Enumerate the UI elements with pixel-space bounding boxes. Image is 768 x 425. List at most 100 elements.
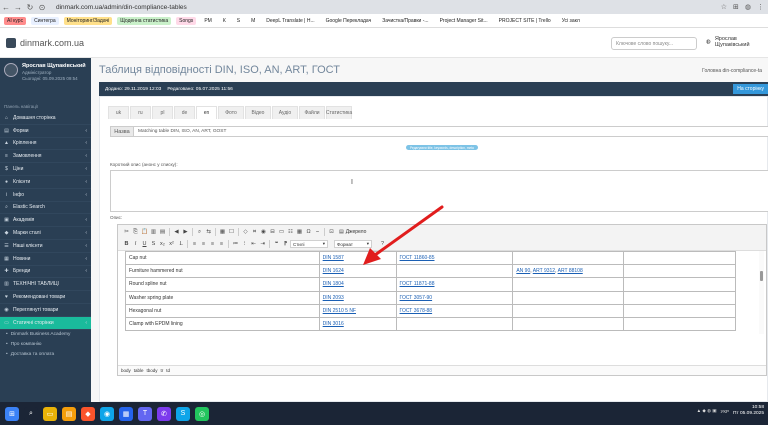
table-cell[interactable]	[512, 303, 625, 318]
teams-icon[interactable]: T	[138, 406, 152, 421]
sidebar-subitem[interactable]: • Доставка та оплата	[0, 350, 91, 360]
table-cell[interactable]: Clamp with EPDM lining	[125, 316, 320, 332]
breadcrumb[interactable]: Головна din-compliance-ta	[702, 68, 762, 74]
tray-icons[interactable]: ▲ ◆ ◍ ▣	[697, 408, 717, 414]
toolbar-button[interactable]: ⊟	[268, 228, 277, 237]
path-element[interactable]: tr	[161, 368, 164, 373]
profile-icon[interactable]: ◍	[745, 3, 751, 11]
sidebar-item[interactable]: $ Ціни ‹	[0, 163, 91, 176]
sidebar-item[interactable]: ☰ Наші клієнти ‹	[0, 240, 91, 253]
toolbar-button[interactable]: 📋	[140, 228, 149, 237]
toolbar-button[interactable]: ☷	[286, 228, 295, 237]
standard-link[interactable]: DIN 2093	[323, 295, 344, 301]
view-page-button[interactable]: На сторінку	[733, 84, 768, 94]
toolbar-button[interactable]: ⊡	[327, 228, 336, 237]
bookmark-item[interactable]: Project Manager Sit...	[437, 17, 491, 25]
sidebar-item[interactable]: ⌂ Домашня сторінка	[0, 112, 91, 125]
toolbar-button[interactable]: ▶	[181, 228, 190, 237]
table-cell[interactable]: Round spline nut	[125, 277, 320, 292]
toolbar-button[interactable]: ◇	[241, 228, 250, 237]
reload-icon[interactable]: ↻	[24, 3, 36, 12]
toolbar-button[interactable]: U	[140, 240, 149, 249]
brave-icon[interactable]: ◆	[81, 406, 95, 421]
toolbar-button[interactable]: ⌕	[195, 228, 204, 237]
table-cell[interactable]: DIN 2510 5 NF	[318, 303, 397, 318]
toolbar-button[interactable]: ▦	[218, 228, 227, 237]
sidebar-item[interactable]: ♥ Рекомендовані товари	[0, 291, 91, 304]
short-description-field[interactable]: I	[110, 170, 768, 212]
table-cell[interactable]: ГОСТ 11860-85	[395, 251, 514, 266]
sidebar-item[interactable]: ✚ Бренди ‹	[0, 266, 91, 279]
sidebar-subitem[interactable]: • Dinmark Business Academy	[0, 330, 91, 340]
sidebar-item[interactable]: ● Клієнти ‹	[0, 176, 91, 189]
editor-scrollbar[interactable]	[759, 251, 764, 334]
table-cell[interactable]	[512, 277, 625, 292]
path-element[interactable]: tbody	[147, 368, 158, 373]
table-cell[interactable]	[623, 277, 736, 292]
table-cell[interactable]	[623, 316, 736, 332]
search-input[interactable]: Ключове слово пошуку...	[611, 37, 697, 50]
sidebar-item[interactable]: ◉ Переглянуті товари	[0, 304, 91, 317]
edge-icon[interactable]: ◉	[100, 406, 114, 421]
table-cell[interactable]: Furniture hammered nut	[125, 264, 320, 279]
tab-pl[interactable]: pl	[152, 106, 173, 119]
bookmark-item[interactable]: Зачистка/Правки -...	[379, 17, 431, 25]
standard-link[interactable]: ГОСТ 11871-88	[400, 281, 435, 287]
toolbar-button[interactable]: ◉	[259, 228, 268, 237]
bookmark-item[interactable]: М	[248, 17, 258, 25]
skype-icon[interactable]: S	[176, 406, 190, 421]
standard-link[interactable]: ГОСТ 11860-85	[400, 255, 435, 261]
style-select[interactable]: Стилі ▾	[290, 240, 328, 248]
explorer-icon[interactable]: ▤	[62, 406, 76, 421]
url-field[interactable]: dinmark.com.ua/admin/din-compliance-tabl…	[56, 4, 187, 11]
table-cell[interactable]: ГОСТ 11871-88	[395, 277, 514, 292]
forward-icon[interactable]: →	[12, 3, 24, 12]
table-cell[interactable]: DIN 1587	[318, 251, 397, 266]
site-info-icon[interactable]: ⊙	[36, 3, 48, 12]
table-cell[interactable]	[512, 316, 625, 332]
table-cell[interactable]	[512, 290, 625, 305]
standard-link[interactable]: ГОСТ 3057-90	[400, 295, 433, 301]
tab-ru[interactable]: ru	[130, 106, 151, 119]
toolbar-button[interactable]: ⁝	[240, 240, 249, 249]
sidebar-item[interactable]: ▦ Новини ‹	[0, 253, 91, 266]
table-cell[interactable]: DIN 2093	[318, 290, 397, 305]
scroll-thumb[interactable]	[760, 271, 763, 281]
table-cell[interactable]	[623, 251, 736, 266]
toolbar-button[interactable]: ✂	[122, 228, 131, 237]
bookmark-item[interactable]: PROJECT SITE | Trello	[496, 17, 554, 25]
bookmark-item[interactable]: DeepL Translate | Н...	[263, 17, 317, 25]
toolbar-button[interactable]: x²	[167, 240, 176, 249]
toolbar-button[interactable]: ⁋	[281, 240, 290, 249]
toolbar-button[interactable]: I̶	[176, 240, 185, 249]
toolbar-button[interactable]: I	[131, 240, 140, 249]
sidebar-item[interactable]: ▥ ТЕХНІЧНІ ТАБЛИЦІ	[0, 278, 91, 292]
toolbar-button[interactable]: ◀	[172, 228, 181, 237]
format-select[interactable]: Формат ▾	[334, 240, 372, 248]
back-icon[interactable]: ←	[0, 3, 12, 12]
bookmark-item[interactable]: Google Перекладач	[323, 17, 375, 25]
tab-Відео[interactable]: Відео	[245, 106, 271, 119]
toolbar-button[interactable]: B	[122, 240, 131, 249]
tab-uk[interactable]: uk	[108, 106, 129, 119]
language-indicator[interactable]: УКР	[721, 409, 729, 414]
start-icon[interactable]: ⊞	[5, 406, 19, 421]
path-element[interactable]: body	[121, 368, 131, 373]
toolbar-button[interactable]: ≡	[190, 240, 199, 249]
tab-Аудіо[interactable]: Аудіо	[272, 106, 298, 119]
rich-text-editor[interactable]: ✂ ⎘ 📋 ▥ ▤ ◀ ▶ ⌕ ⇆ ▦ ☐ ◇ ⌗ ◉ ⊟ ▭ ☷ ▦ Ω ⎯ ⊡ ▤ Джерело B I U Sx₂ x² I̶…	[117, 224, 767, 376]
standard-link[interactable]: AN 90	[516, 268, 530, 274]
files-icon[interactable]: ▭	[43, 406, 57, 421]
bookmark-item[interactable]: К	[220, 17, 229, 25]
toolbar-button[interactable]: ▭	[277, 228, 286, 237]
bookmark-item[interactable]: Усі закл	[559, 17, 583, 25]
table-cell[interactable]: ГОСТ 3057-90	[395, 290, 514, 305]
table-cell[interactable]	[623, 290, 736, 305]
tab-de[interactable]: de	[174, 106, 195, 119]
table-cell[interactable]	[623, 303, 736, 318]
sidebar-item[interactable]: ▣ Академія ‹	[0, 214, 91, 228]
toolbar-button[interactable]: ≡	[208, 240, 217, 249]
toolbar-button[interactable]: ☐	[227, 228, 236, 237]
edit-meta-button[interactable]: Редагувати title, keywords, description,…	[406, 145, 478, 150]
sidebar-item[interactable]: ⌕ Elastic Search	[0, 202, 91, 215]
